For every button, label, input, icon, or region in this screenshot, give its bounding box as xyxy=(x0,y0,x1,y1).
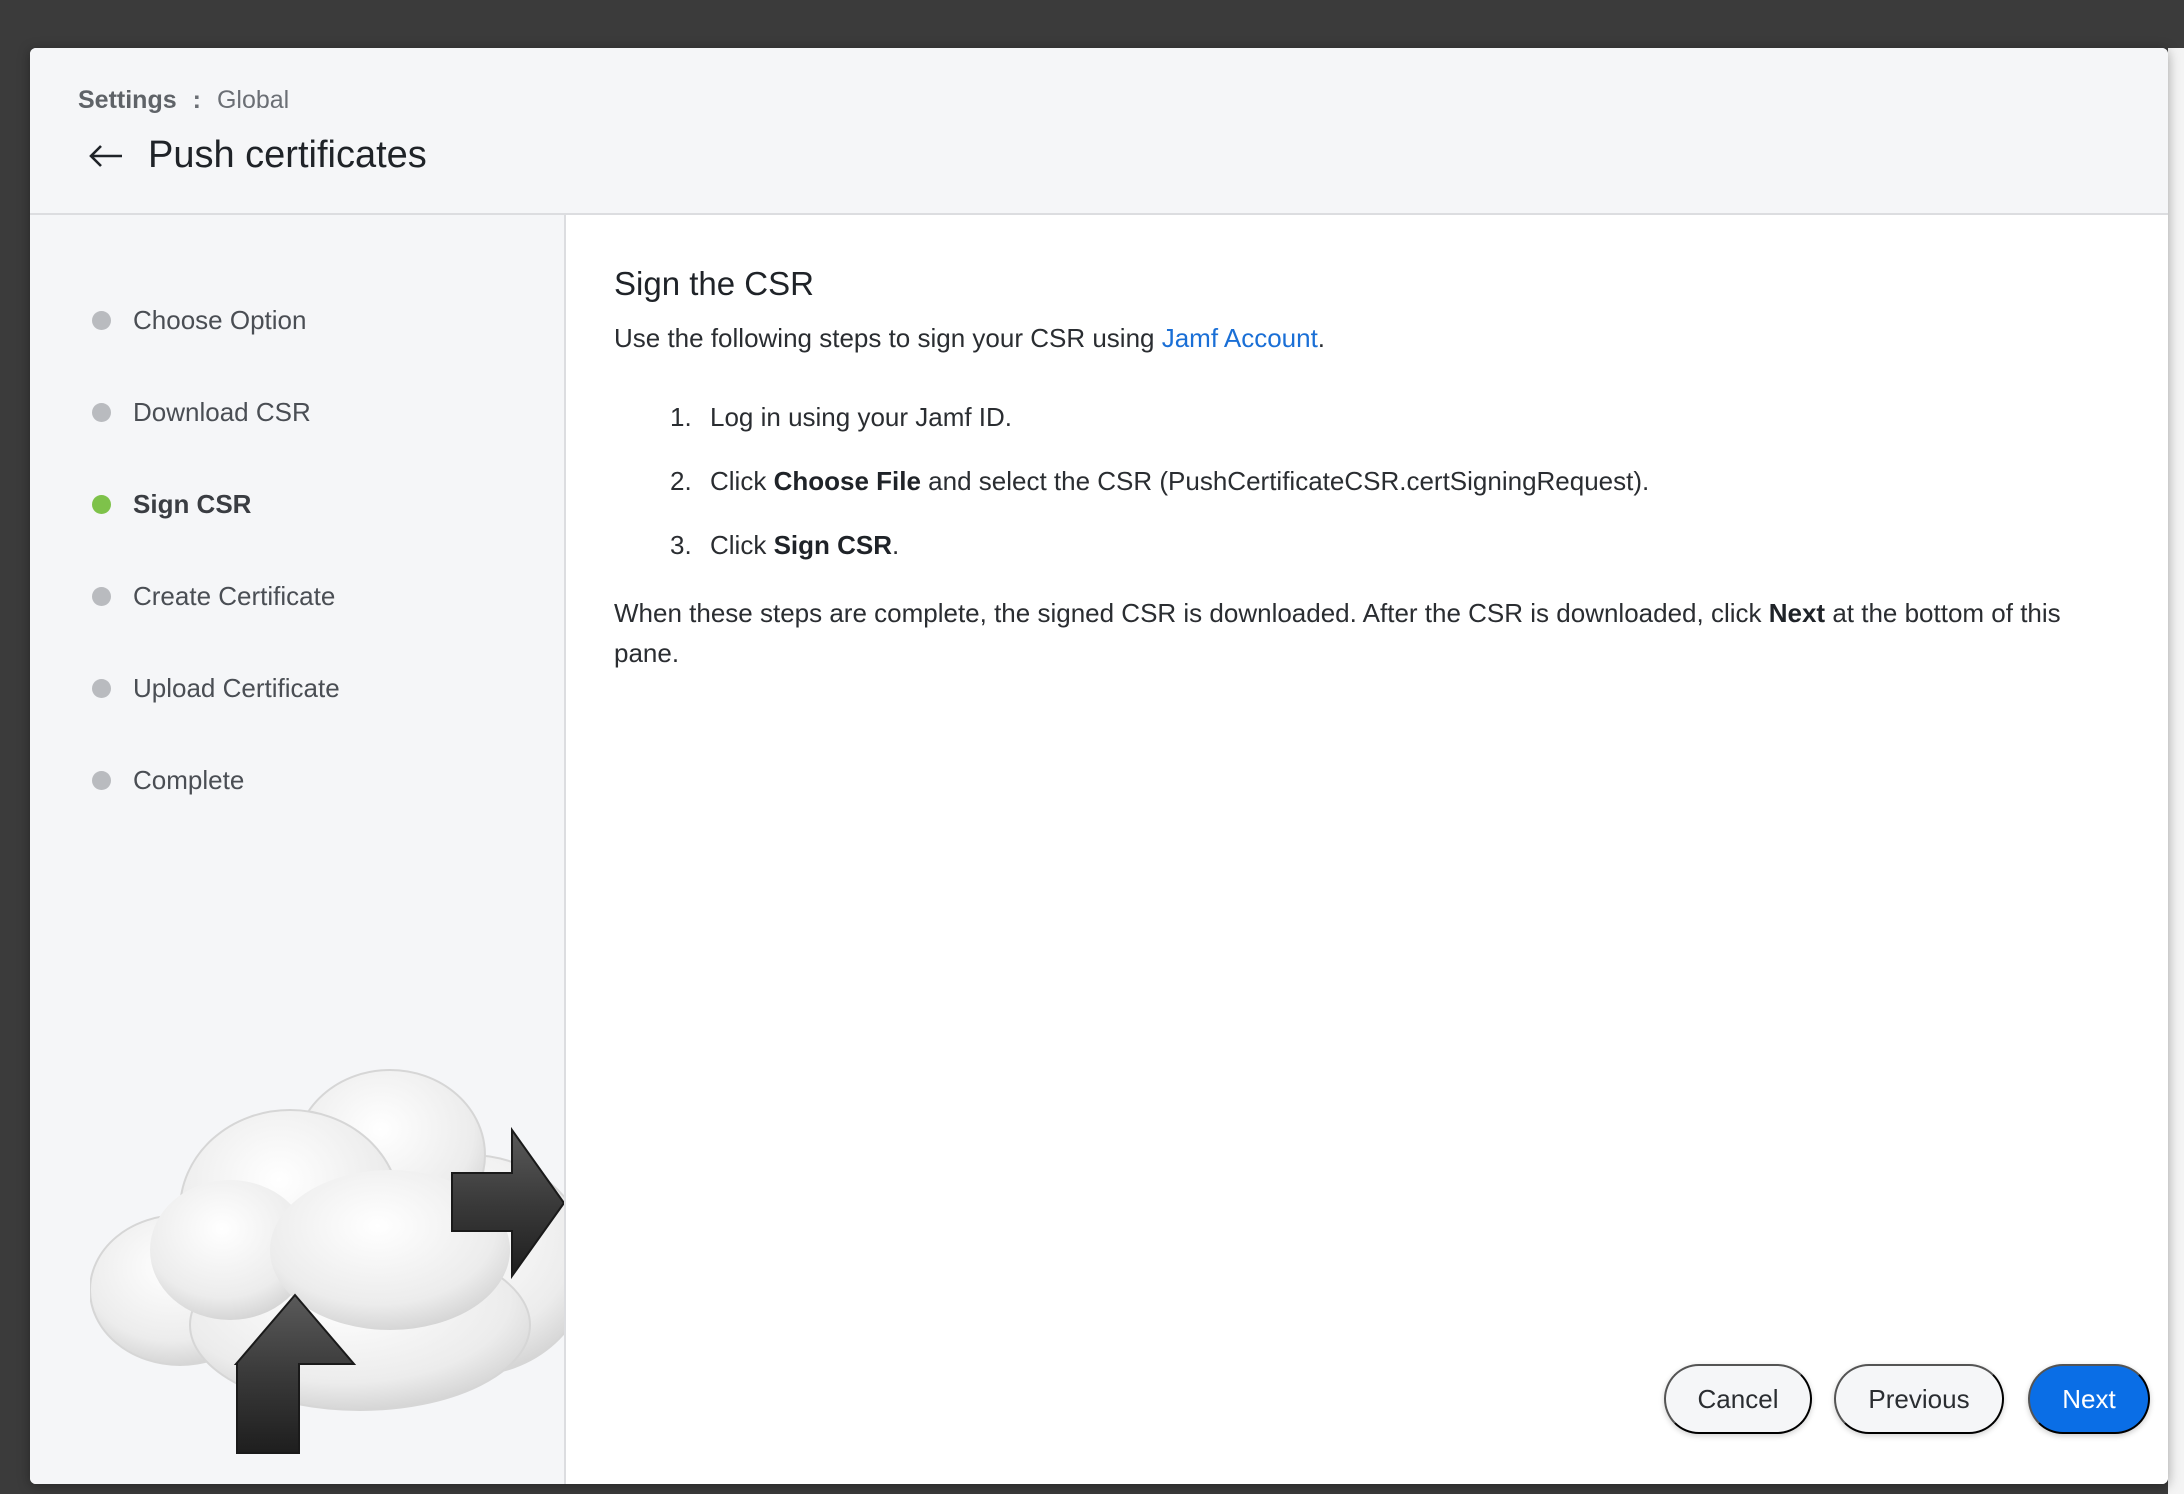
list-item-text: Click xyxy=(710,529,774,560)
step-create-certificate[interactable]: Create Certificate xyxy=(92,581,335,612)
next-button[interactable]: Next xyxy=(2028,1364,2150,1434)
step-status-dot xyxy=(92,679,111,698)
step-label: Upload Certificate xyxy=(133,673,340,703)
list-item-number: 1. xyxy=(670,401,692,432)
list-item-bold: Choose File xyxy=(773,465,921,496)
instruction-steps-list: 1. Log in using your Jamf ID. 2. Click C… xyxy=(670,385,1649,577)
intro-prefix: Use the following steps to sign your CSR… xyxy=(614,323,1162,353)
step-label: Complete xyxy=(133,765,245,795)
list-item: 1. Log in using your Jamf ID. xyxy=(670,385,1649,449)
jamf-account-link[interactable]: Jamf Account xyxy=(1162,323,1318,353)
cloud-upload-download-illustration xyxy=(89,1035,591,1455)
intro-suffix: . xyxy=(1317,323,1326,353)
step-label: Choose Option xyxy=(133,305,307,335)
dialog-header: Settings : Global Push certificates xyxy=(30,48,2168,215)
step-status-dot-active xyxy=(92,495,111,514)
step-download-csr[interactable]: Download CSR xyxy=(92,397,311,428)
wizard-steps-sidebar: Choose Option Download CSR Sign CSR Crea… xyxy=(30,215,591,1484)
step-label: Create Certificate xyxy=(133,581,336,611)
list-item-number: 2. xyxy=(670,465,692,496)
page-title: Push certificates xyxy=(148,134,427,176)
background-app-edge xyxy=(2168,48,2184,1494)
list-item-text: Click xyxy=(710,465,774,496)
arrow-left-icon[interactable] xyxy=(86,136,126,176)
list-item-text: Log in using your Jamf ID. xyxy=(710,401,1013,432)
list-item-number: 3. xyxy=(670,529,692,560)
step-status-dot xyxy=(92,587,111,606)
outro-text: When these steps are complete, the signe… xyxy=(614,593,2124,673)
intro-text: Use the following steps to sign your CSR… xyxy=(614,323,1325,354)
push-certificates-dialog: Settings : Global Push certificates Choo… xyxy=(30,48,2168,1484)
list-item-bold: Sign CSR xyxy=(773,529,893,560)
step-complete[interactable]: Complete xyxy=(92,765,244,796)
step-upload-certificate[interactable]: Upload Certificate xyxy=(92,673,340,704)
step-label: Download CSR xyxy=(133,397,311,427)
list-item-text: and select the CSR (PushCertificateCSR.c… xyxy=(920,465,1650,496)
cancel-button[interactable]: Cancel xyxy=(1664,1364,1812,1434)
title-row: Push certificates xyxy=(86,134,427,177)
wizard-content-pane: Sign the CSR Use the following steps to … xyxy=(566,215,2168,1484)
step-sign-csr[interactable]: Sign CSR xyxy=(92,489,251,520)
content-title: Sign the CSR xyxy=(614,265,814,302)
previous-button[interactable]: Previous xyxy=(1834,1364,2004,1434)
list-item-text: . xyxy=(892,529,900,560)
breadcrumb-settings[interactable]: Settings xyxy=(78,86,177,115)
breadcrumb-global: Global xyxy=(216,86,290,114)
step-status-dot xyxy=(92,311,111,330)
outro-bold: Next xyxy=(1768,598,1826,628)
outro-prefix: When these steps are complete, the signe… xyxy=(614,598,1769,628)
step-status-dot xyxy=(92,403,111,422)
list-item: 3. Click Sign CSR. xyxy=(670,513,1649,577)
step-status-dot xyxy=(92,771,111,790)
list-item: 2. Click Choose File and select the CSR … xyxy=(670,449,1649,513)
step-choose-option[interactable]: Choose Option xyxy=(92,305,306,336)
breadcrumb-separator: : xyxy=(192,86,201,114)
breadcrumb: Settings : Global xyxy=(78,86,289,115)
step-label: Sign CSR xyxy=(133,489,252,519)
